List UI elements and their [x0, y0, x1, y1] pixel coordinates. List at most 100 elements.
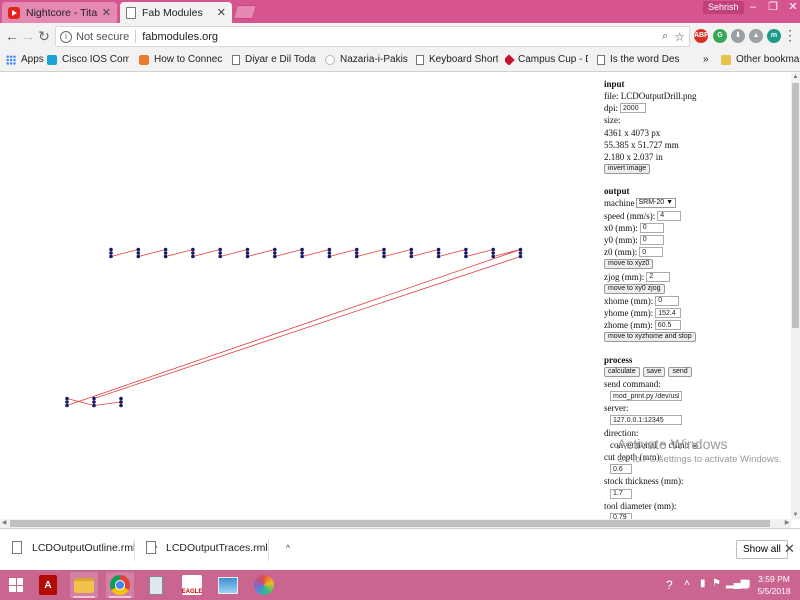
tab-fab-modules[interactable]: Fab Modules ✕ — [120, 2, 232, 23]
extension-icon[interactable]: ⬇ — [731, 29, 745, 43]
taskbar-eagle[interactable]: EAGLE — [178, 572, 206, 598]
save-button[interactable]: save — [642, 366, 666, 377]
bookmark-how-to-connect[interactable]: How to Connect Two — [139, 54, 222, 65]
bookmark-other[interactable]: Other bookmarks — [721, 54, 800, 65]
toolpath-segment — [93, 256, 521, 399]
chevron-up-icon[interactable]: ^ — [286, 543, 290, 553]
restore-icon[interactable]: ❐ — [762, 0, 784, 14]
scroll-left-icon[interactable]: ◀ — [0, 519, 8, 528]
output-heading: output — [604, 186, 630, 197]
forward-icon[interactable]: → — [20, 28, 36, 44]
drill-hole — [491, 247, 496, 252]
bookmark-nazaria[interactable]: Nazaria-i-Pakistan Tr — [325, 54, 408, 65]
bookmark-keyboard-shortcuts[interactable]: Keyboard Shortcuts — [416, 54, 498, 65]
grammarly-icon[interactable]: G — [713, 29, 727, 43]
security-status[interactable]: Not secure — [76, 31, 129, 43]
z0-label: z0 (mm): — [604, 247, 638, 258]
send-command-input[interactable] — [610, 391, 682, 402]
calculate-button[interactable]: calculate — [604, 366, 640, 377]
tab-nightcore[interactable]: Nightcore - Titanium (Lyr ✕ — [2, 2, 117, 23]
help-icon[interactable]: ? — [666, 578, 673, 592]
battery-icon[interactable]: ▮ — [700, 578, 706, 589]
vertical-scrollbar[interactable]: ▲ ▼ — [791, 73, 800, 519]
size-px: 4361 x 4073 px — [604, 127, 661, 138]
bookmark-apps[interactable]: Apps — [6, 54, 44, 65]
send-button[interactable]: send — [668, 366, 692, 377]
show-hidden-icons[interactable]: ˄ — [684, 578, 690, 589]
invert-image-button[interactable]: invert image — [604, 164, 651, 175]
xhome-input[interactable] — [655, 295, 680, 306]
y0-input[interactable] — [639, 234, 664, 245]
bookmarks-overflow[interactable]: » — [703, 54, 709, 65]
download-bar: LCDOutputOutline.rml ^ LCDOutputTraces.r… — [0, 528, 800, 570]
taskbar-file-explorer[interactable] — [70, 572, 98, 598]
taskbar-photos[interactable] — [214, 572, 242, 598]
toolpath-segment — [220, 249, 248, 257]
volume-icon[interactable]: ◀ — [742, 578, 750, 589]
reload-icon[interactable]: ↻ — [36, 28, 52, 44]
taskbar-chrome[interactable] — [106, 572, 134, 598]
extension-icon[interactable]: ▲ — [749, 29, 763, 43]
scroll-right-icon[interactable]: ▶ — [783, 519, 791, 528]
machine-select[interactable]: SRM-20 ▼ — [635, 198, 677, 209]
stock-thickness-input[interactable] — [610, 488, 632, 499]
drill-hole — [382, 247, 386, 252]
watermark-subtitle: Go to PC settings to activate Windows. — [617, 454, 782, 465]
new-tab-button[interactable] — [233, 5, 257, 19]
move-to-xyz0-button[interactable]: move to xyz0 — [604, 259, 654, 270]
bookmark-campus-cup[interactable]: Campus Cup - Dropb — [505, 54, 588, 65]
bookmark-label: Apps — [21, 54, 44, 65]
taskbar-paint[interactable] — [250, 572, 278, 598]
bookmark-destiny[interactable]: Is the word Destiny — [597, 54, 679, 65]
tab-close-icon[interactable]: ✕ — [217, 6, 226, 19]
cut-depth-input[interactable] — [610, 464, 632, 475]
send-command-label: send command: — [604, 378, 661, 389]
show-all-button[interactable]: Show all — [736, 540, 788, 559]
drill-hole — [409, 247, 414, 252]
taskbar-calculator[interactable] — [142, 572, 170, 598]
window-close-icon[interactable]: ✕ — [782, 0, 800, 14]
drill-hole — [119, 400, 123, 404]
scroll-down-icon[interactable]: ▼ — [792, 511, 799, 519]
server-input[interactable] — [610, 415, 682, 426]
drill-hole — [191, 254, 195, 259]
horizontal-scrollbar[interactable]: ◀ ▶ — [0, 519, 791, 528]
system-clock[interactable]: 3:59 PM 5/5/2018 — [752, 573, 796, 597]
info-icon[interactable]: i — [60, 30, 72, 43]
flag-icon[interactable]: ⚑ — [712, 578, 721, 589]
toolpath-segment — [356, 249, 385, 257]
speed-input[interactable] — [657, 210, 682, 221]
bookmark-star-icon[interactable]: ☆ — [674, 30, 685, 44]
address-bar[interactable]: i Not secure fabmodules.org ⌕ ☆ — [55, 26, 690, 47]
bookmark-cisco[interactable]: Cisco IOS Command — [47, 54, 129, 65]
scroll-thumb[interactable] — [10, 520, 770, 527]
adblock-icon[interactable]: ABP — [694, 29, 709, 43]
back-icon[interactable]: ← — [4, 28, 20, 44]
zhome-input[interactable] — [654, 320, 681, 331]
x0-input[interactable] — [639, 222, 664, 233]
zjog-input[interactable] — [646, 271, 671, 282]
zoom-icon[interactable]: ⌕ — [662, 30, 668, 43]
dpi-input[interactable] — [620, 103, 647, 114]
drill-hole — [92, 400, 96, 404]
move-to-home-button[interactable]: move to xyzhome and stop — [604, 332, 696, 343]
tab-close-icon[interactable]: ✕ — [102, 6, 111, 19]
profile-name[interactable]: Sehrish — [703, 1, 744, 14]
drill-hole — [92, 403, 96, 408]
scroll-up-icon[interactable]: ▲ — [792, 73, 799, 81]
extension-icon[interactable]: m — [767, 29, 781, 43]
scroll-thumb[interactable] — [792, 83, 799, 328]
taskbar-adobe-reader[interactable]: A — [34, 572, 62, 598]
stock-thickness-label: stock thickness (mm): — [604, 476, 684, 487]
menu-icon[interactable]: ⋮ — [782, 27, 798, 43]
minimize-icon[interactable]: – — [742, 0, 764, 14]
bookmark-diyar-e-dil[interactable]: Diyar e Dil Today Epi — [232, 54, 316, 65]
url-text[interactable]: fabmodules.org — [142, 31, 662, 43]
start-button[interactable] — [2, 572, 30, 598]
download-item[interactable]: LCDOutputOutline.rml ^ — [12, 541, 158, 554]
yhome-input[interactable] — [655, 308, 682, 319]
move-to-xy0-zjog-button[interactable]: move to xy0 zjog — [604, 283, 665, 294]
cisco-icon — [47, 54, 57, 65]
z0-input[interactable] — [639, 247, 664, 258]
close-icon[interactable]: ✕ — [784, 541, 795, 557]
